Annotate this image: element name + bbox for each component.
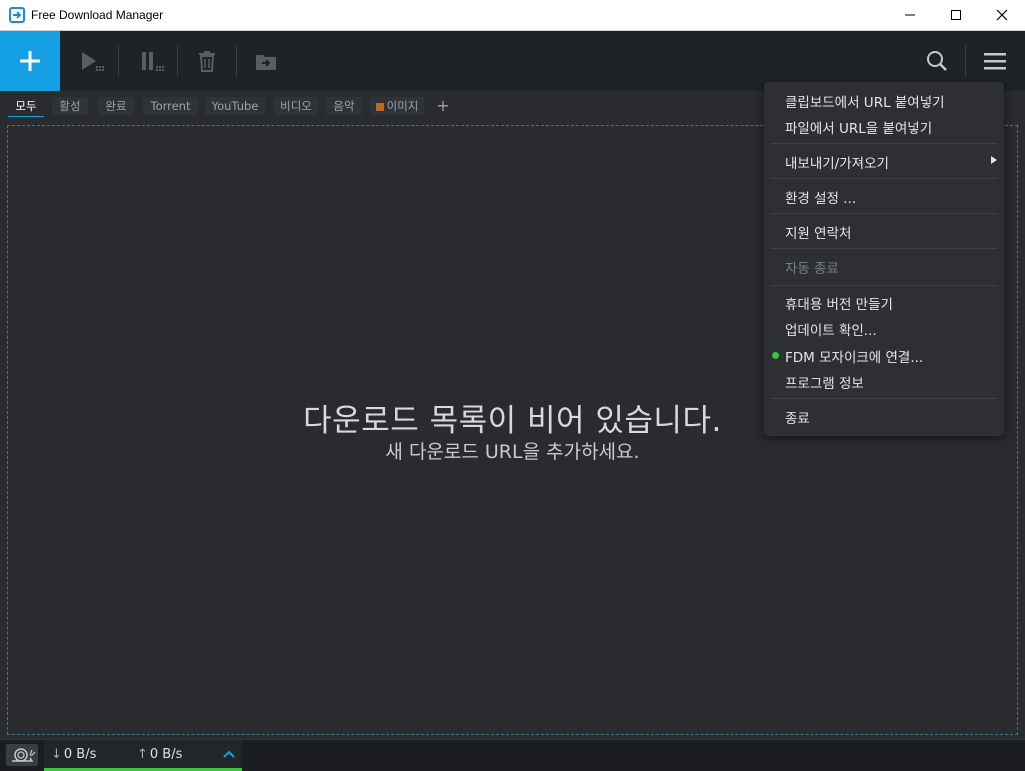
tab-all[interactable]: 모두 [8, 97, 44, 117]
snail-mode-button[interactable] [6, 744, 38, 766]
tab-label: 비디오 [280, 99, 312, 113]
snail-icon [12, 748, 36, 762]
menu-item-about[interactable]: 프로그램 정보 [785, 372, 864, 392]
maximize-icon [951, 10, 961, 20]
minimize-icon [905, 14, 915, 16]
menu-separator [771, 143, 997, 144]
menu-item-paste-url-file[interactable]: 파일에서 URL을 붙여넣기 [785, 117, 932, 137]
menu-item-support-contact[interactable]: 지원 연락처 [785, 222, 851, 242]
menu-item-create-portable[interactable]: 휴대용 버전 만들기 [785, 293, 893, 313]
status-bar: ↓ 0 B/s ↑ 0 B/s [0, 739, 1025, 771]
menu-separator [771, 285, 997, 286]
chevron-up-icon[interactable] [223, 749, 235, 759]
tab-torrent[interactable]: Torrent [143, 97, 198, 115]
trash-icon[interactable] [196, 49, 222, 75]
app-logo-icon [9, 7, 25, 23]
add-download-button[interactable] [0, 31, 60, 91]
add-tag-button[interactable]: + [432, 97, 454, 115]
toolbar-divider [118, 45, 119, 77]
tab-label: YouTube [211, 99, 259, 113]
toolbar-divider [965, 45, 966, 77]
menu-item-quit[interactable]: 종료 [785, 407, 810, 427]
title-bar: Free Download Manager [0, 0, 1025, 31]
tab-label: 완료 [105, 99, 127, 113]
tab-label: Torrent [150, 99, 191, 113]
tab-completed[interactable]: 완료 [98, 97, 134, 115]
menu-item-check-updates[interactable]: 업데이트 확인... [785, 319, 877, 339]
menu-item-fdm-mosaic[interactable]: FDM 모자이크에 연결... [785, 346, 923, 366]
menu-item-paste-url-clipboard[interactable]: 클립보드에서 URL 붙여넣기 [785, 91, 945, 111]
download-speed-value: 0 B/s [63, 747, 97, 762]
tab-label: 모두 [15, 99, 37, 113]
toolbar-divider [177, 45, 178, 77]
tab-label: 음악 [333, 99, 355, 113]
add-tag-label: + [436, 96, 450, 115]
tab-music[interactable]: 음악 [326, 97, 362, 115]
image-tag-color-icon [375, 103, 384, 111]
menu-separator [771, 178, 997, 179]
window-title: Free Download Manager [31, 8, 164, 22]
menu-item-auto-shutdown: 자동 종료 [785, 261, 839, 277]
menu-item-export-import[interactable]: 내보내기/가져오기 [785, 152, 889, 172]
menu-item-preferences[interactable]: 환경 설정 ... [785, 187, 856, 207]
toolbar-divider [236, 45, 237, 77]
menu-separator [771, 248, 997, 249]
upload-arrow-icon: ↑ [137, 747, 148, 762]
upload-speed: ↑ 0 B/s [137, 747, 182, 762]
add-icon [20, 51, 40, 71]
empty-list-subtitle: 새 다운로드 URL을 추가하세요. [385, 441, 640, 463]
upload-speed-value: 0 B/s [149, 747, 183, 762]
submenu-arrow-icon [991, 156, 997, 164]
connected-status-dot-icon [772, 352, 779, 359]
menu-separator [771, 213, 997, 214]
tab-label: 이미지 [386, 99, 419, 113]
close-button[interactable] [979, 0, 1025, 30]
download-speed: ↓ 0 B/s [51, 747, 96, 762]
tab-images[interactable]: 이미지 [370, 97, 424, 115]
tab-youtube[interactable]: YouTube [205, 97, 265, 115]
close-icon [996, 9, 1008, 21]
move-icon[interactable] [254, 49, 280, 75]
tab-active[interactable]: 활성 [52, 97, 88, 115]
menu-separator [771, 398, 997, 399]
main-menu-dropdown: 클립보드에서 URL 붙여넣기 파일에서 URL을 붙여넣기 내보내기/가져오기… [764, 82, 1004, 436]
speed-panel[interactable]: ↓ 0 B/s ↑ 0 B/s [44, 740, 242, 771]
search-icon[interactable] [925, 49, 951, 75]
download-arrow-icon: ↓ [51, 747, 62, 762]
play-icon[interactable] [80, 49, 106, 75]
minimize-button[interactable] [887, 0, 933, 30]
hamburger-menu-icon[interactable] [983, 49, 1009, 75]
pause-icon[interactable] [140, 49, 166, 75]
tab-video[interactable]: 비디오 [274, 97, 318, 115]
maximize-button[interactable] [933, 0, 979, 30]
tab-label: 활성 [59, 99, 81, 113]
